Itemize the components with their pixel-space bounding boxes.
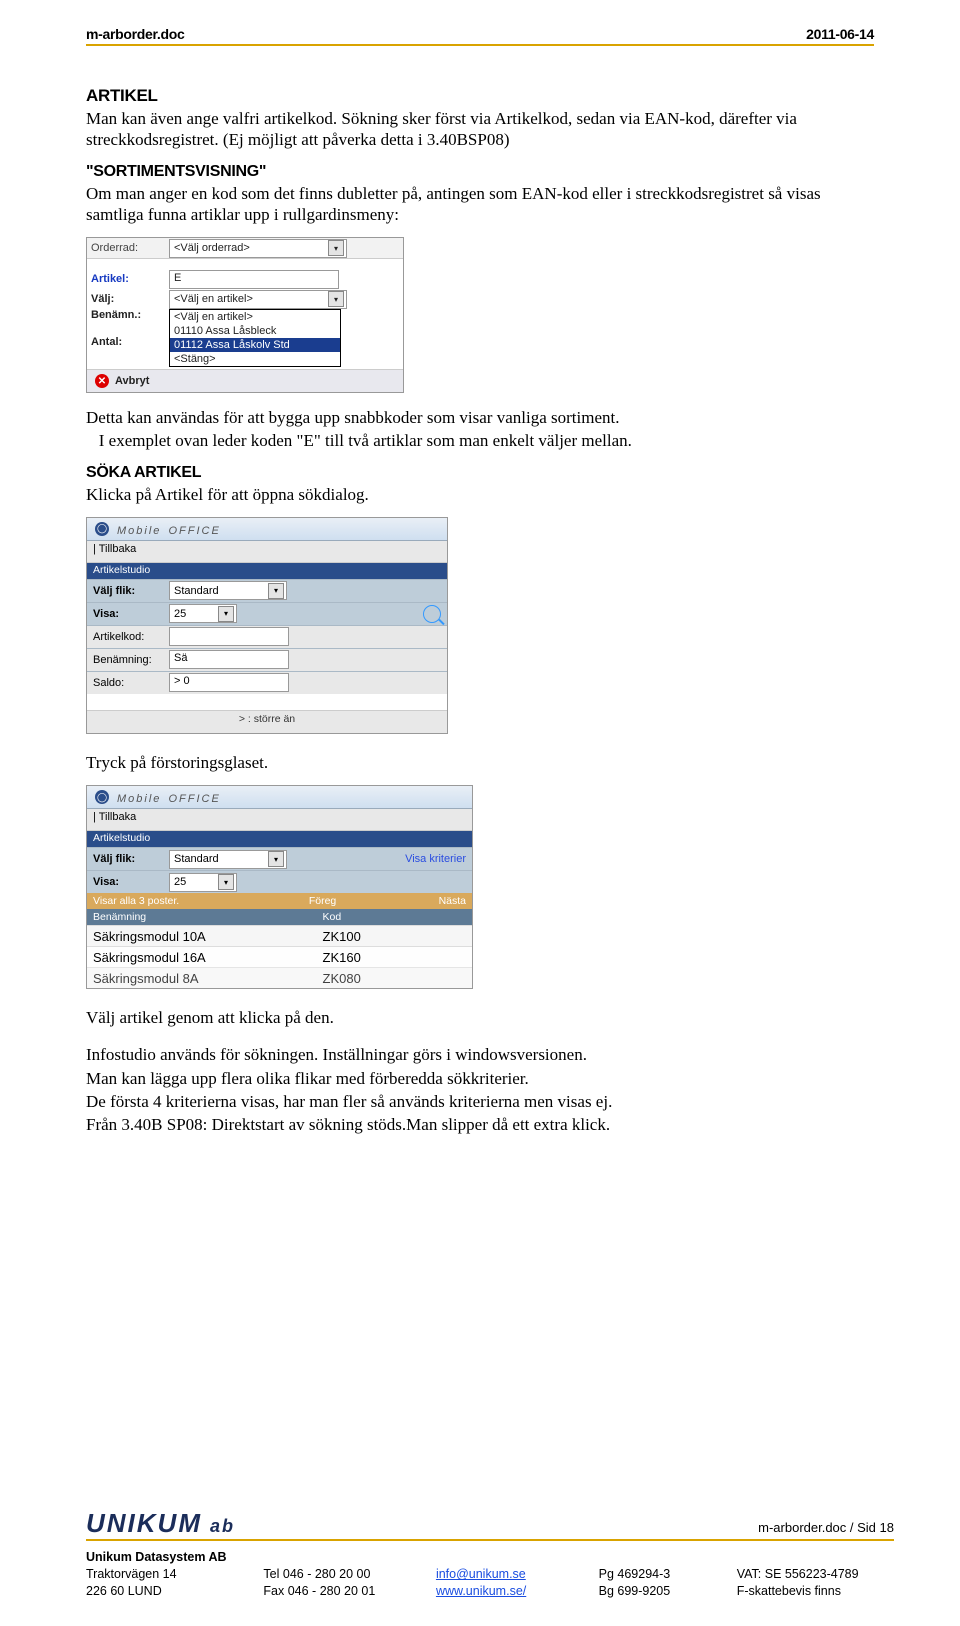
chevron-down-icon[interactable]: ▾ — [328, 291, 344, 307]
footer-fax: Fax 046 - 280 20 01 — [263, 1583, 406, 1600]
paragraph: Om man anger en kod som det finns dublet… — [86, 183, 874, 226]
label-benamn: Benämn.: — [87, 309, 169, 321]
window-titlebar: ◯ Mobile OFFICE — [87, 786, 472, 809]
label-orderrad: Orderrad: — [87, 242, 169, 254]
visa-kriterier-link[interactable]: Visa kriterier — [405, 853, 466, 865]
dropdown-option[interactable]: 01110 Assa Låsbleck — [170, 324, 340, 338]
section-title-sortimentsvisning: "SORTIMENTSVISNING" — [86, 163, 874, 181]
table-header: Benämning Kod — [87, 909, 472, 925]
select-visa[interactable]: 25▾ — [169, 604, 237, 623]
footer-hint: > : större än — [87, 710, 447, 733]
label-valj-flik: Välj flik: — [93, 853, 169, 865]
chevron-down-icon[interactable]: ▾ — [268, 851, 284, 867]
header-rule — [86, 44, 874, 46]
footer-web-link[interactable]: www.unikum.se/ — [436, 1583, 569, 1600]
footer-vat: VAT: SE 556223-4789 — [737, 1566, 894, 1583]
select-visa[interactable]: 25▾ — [169, 873, 237, 892]
label-valj-flik: Välj flik: — [93, 585, 169, 597]
chevron-down-icon[interactable]: ▾ — [218, 606, 234, 622]
input-artikel[interactable]: E — [169, 270, 339, 289]
dropdown-list[interactable]: <Välj en artikel> 01110 Assa Låsbleck 01… — [169, 309, 341, 367]
mobile-office-screenshot-2: ◯ Mobile OFFICE | Tillbaka Artikelstudio… — [86, 785, 473, 989]
dropdown-option[interactable]: <Välj en artikel> — [170, 310, 340, 324]
paragraph: Man kan även ange valfri artikelkod. Sök… — [86, 108, 874, 151]
table-row[interactable]: Säkringsmodul 8A ZK080 — [87, 967, 472, 988]
select-orderrad[interactable]: <Välj orderrad> ▾ — [169, 239, 347, 258]
select-flik[interactable]: Standard▾ — [169, 850, 287, 869]
prev-link[interactable]: Föreg — [265, 895, 380, 907]
section-bar: Artikelstudio — [87, 831, 472, 847]
input-artikelkod[interactable] — [169, 627, 289, 646]
footer-tel: Tel 046 - 280 20 00 — [263, 1566, 406, 1583]
table-row[interactable]: Säkringsmodul 10A ZK100 — [87, 925, 472, 946]
dropdown-option[interactable]: <Stäng> — [170, 352, 340, 366]
header-date: 2011-06-14 — [806, 26, 874, 42]
back-link[interactable]: | Tillbaka — [87, 809, 472, 831]
footer-pg: Pg 469294-3 — [599, 1566, 707, 1583]
back-link[interactable]: | Tillbaka — [87, 541, 447, 563]
footer-mail-link[interactable]: info@unikum.se — [436, 1566, 569, 1583]
page-header: m-arborder.doc 2011-06-14 — [86, 26, 874, 42]
paragraph: I exemplet ovan leder koden "E" till två… — [86, 430, 874, 451]
chevron-down-icon[interactable]: ▾ — [268, 583, 284, 599]
footer-bg: Bg 699-9205 — [599, 1583, 707, 1600]
dropdown-screenshot: Orderrad: <Välj orderrad> ▾ Artikel: E V… — [86, 237, 404, 393]
search-icon[interactable] — [423, 605, 441, 623]
section-bar: Artikelstudio — [87, 563, 447, 579]
cancel-icon: ✕ — [95, 374, 109, 388]
label-visa: Visa: — [93, 876, 169, 888]
app-logo: Mobile OFFICE — [115, 789, 221, 805]
label-benamning: Benämning: — [93, 654, 169, 666]
input-saldo[interactable]: > 0 — [169, 673, 289, 692]
paragraph: Tryck på förstoringsglaset. — [86, 752, 874, 773]
header-docname: m-arborder.doc — [86, 26, 185, 42]
paragraph: Man kan lägga upp flera olika flikar med… — [86, 1068, 874, 1089]
label-saldo: Saldo: — [93, 677, 169, 689]
paragraph: Välj artikel genom att klicka på den. — [86, 1007, 874, 1028]
label-antal: Antal: — [87, 336, 169, 348]
paragraph: De första 4 kriterierna visas, har man f… — [86, 1091, 874, 1112]
input-benamning[interactable]: Sä — [169, 650, 289, 669]
page-footer: UNIKUMab m-arborder.doc / Sid 18 Unikum … — [86, 1508, 894, 1600]
paragraph: Detta kan användas för att bygga upp sna… — [86, 407, 874, 428]
footer-pageinfo: m-arborder.doc / Sid 18 — [758, 1520, 894, 1535]
footer-addr2: 226 60 LUND — [86, 1583, 233, 1600]
cancel-button[interactable]: ✕ Avbryt — [87, 369, 403, 392]
select-valj[interactable]: <Välj en artikel> ▾ — [169, 290, 347, 309]
section-title-artikel: ARTIKEL — [86, 86, 874, 106]
pager-bar: Visar alla 3 poster. Föreg Nästa — [87, 893, 472, 909]
mobile-office-screenshot-1: ◯ Mobile OFFICE | Tillbaka Artikelstudio… — [86, 517, 448, 734]
unikum-logo: UNIKUMab — [86, 1508, 235, 1539]
section-title-soka: SÖKA ARTIKEL — [86, 464, 874, 482]
globe-icon: ◯ — [95, 790, 109, 804]
table-row[interactable]: Säkringsmodul 16A ZK160 — [87, 946, 472, 967]
footer-fsk: F-skattebevis finns — [737, 1583, 894, 1600]
footer-addr1: Traktorvägen 14 — [86, 1566, 233, 1583]
label-visa: Visa: — [93, 608, 169, 620]
chevron-down-icon[interactable]: ▾ — [328, 240, 344, 256]
next-link[interactable]: Nästa — [380, 895, 466, 907]
paragraph: Infostudio används för sökningen. Instäl… — [86, 1044, 874, 1065]
label-artikelkod: Artikelkod: — [93, 631, 169, 643]
footer-company: Unikum Datasystem AB — [86, 1549, 233, 1566]
paragraph: Klicka på Artikel för att öppna sökdialo… — [86, 484, 874, 505]
dropdown-option-selected[interactable]: 01112 Assa Låskolv Std — [170, 338, 340, 352]
label-artikel: Artikel: — [87, 273, 169, 285]
globe-icon: ◯ — [95, 522, 109, 536]
footer-rule — [86, 1539, 894, 1541]
paragraph: Från 3.40B SP08: Direktstart av sökning … — [86, 1114, 874, 1135]
window-titlebar: ◯ Mobile OFFICE — [87, 518, 447, 541]
app-logo: Mobile OFFICE — [115, 521, 221, 537]
label-valj: Välj: — [87, 293, 169, 305]
chevron-down-icon[interactable]: ▾ — [218, 874, 234, 890]
select-flik[interactable]: Standard▾ — [169, 581, 287, 600]
